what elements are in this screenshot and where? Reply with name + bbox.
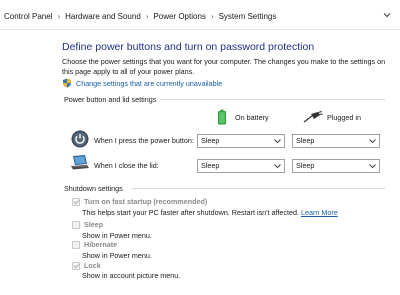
breadcrumb-item-control-panel[interactable]: Control Panel xyxy=(4,12,52,21)
breadcrumb-item-hardware-and-sound[interactable]: Hardware and Sound xyxy=(65,12,141,21)
column-header-on-battery: On battery xyxy=(235,113,269,122)
column-header-plugged-in: Plugged in xyxy=(327,113,361,122)
change-settings-link-text[interactable]: Change settings that are currently unava… xyxy=(76,79,222,88)
sleep-description: Show in Power menu. xyxy=(82,231,152,240)
close-lid-on-battery-select[interactable]: Sleep xyxy=(197,159,285,173)
fast-startup-label: Turn on fast startup (recommended) xyxy=(84,197,208,206)
dropdown-arrow-icon xyxy=(274,164,281,169)
select-value: Sleep xyxy=(201,136,220,145)
dropdown-arrow-icon xyxy=(369,139,376,144)
breadcrumb: Control Panel › Hardware and Sound › Pow… xyxy=(4,9,276,23)
sleep-checkbox-row[interactable]: Sleep xyxy=(72,220,103,229)
hibernate-description: Show in Power menu. xyxy=(82,251,152,260)
hibernate-checkbox[interactable] xyxy=(72,240,80,249)
close-lid-plugged-in-select[interactable]: Sleep xyxy=(292,159,380,173)
fast-startup-description: This helps start your PC faster after sh… xyxy=(82,208,338,217)
page-description: Choose the power settings that you want … xyxy=(62,57,386,76)
fast-startup-checkbox[interactable] xyxy=(72,197,80,206)
breadcrumb-separator: › xyxy=(210,11,214,21)
learn-more-link[interactable]: Learn More xyxy=(301,208,338,217)
close-lid-label: When I close the lid: xyxy=(94,161,159,170)
section-title-shutdown: Shutdown settings xyxy=(64,184,123,193)
dropdown-arrow-icon xyxy=(369,164,376,169)
section-divider xyxy=(132,188,385,189)
hibernate-label: Hibernate xyxy=(84,240,118,249)
power-button-on-battery-select[interactable]: Sleep xyxy=(197,134,285,148)
power-plug-icon xyxy=(303,111,323,123)
address-bar[interactable]: Control Panel › Hardware and Sound › Pow… xyxy=(0,0,400,30)
select-value: Sleep xyxy=(201,161,220,170)
lock-checkbox-row[interactable]: Lock xyxy=(72,261,101,270)
section-divider xyxy=(160,99,385,100)
page-title: Define power buttons and turn on passwor… xyxy=(62,41,315,53)
power-button-plugged-in-select[interactable]: Sleep xyxy=(292,134,380,148)
chevron-down-icon[interactable] xyxy=(381,9,393,21)
power-button-label: When I press the power button: xyxy=(94,136,194,145)
battery-icon xyxy=(218,109,226,125)
section-title-power-lid: Power button and lid settings xyxy=(64,95,157,104)
breadcrumb-item-power-options[interactable]: Power Options xyxy=(153,12,205,21)
fast-startup-description-text: This helps start your PC faster after sh… xyxy=(82,208,299,217)
breadcrumb-separator: › xyxy=(57,11,61,21)
breadcrumb-item-system-settings[interactable]: System Settings xyxy=(219,12,277,21)
uac-shield-icon xyxy=(63,78,71,88)
lock-checkbox[interactable] xyxy=(72,261,80,270)
laptop-lid-icon xyxy=(71,155,89,170)
hibernate-checkbox-row[interactable]: Hibernate xyxy=(72,240,117,249)
lock-label: Lock xyxy=(84,261,101,270)
breadcrumb-separator: › xyxy=(145,11,149,21)
lock-description: Show in account picture menu. xyxy=(82,271,181,280)
sleep-checkbox[interactable] xyxy=(72,220,80,229)
sleep-label: Sleep xyxy=(84,220,104,229)
fast-startup-checkbox-row[interactable]: Turn on fast startup (recommended) xyxy=(72,197,207,206)
dropdown-arrow-icon xyxy=(274,139,281,144)
power-button-icon xyxy=(71,130,89,148)
select-value: Sleep xyxy=(296,136,315,145)
change-settings-link[interactable]: Change settings that are currently unava… xyxy=(62,78,222,88)
select-value: Sleep xyxy=(296,161,315,170)
